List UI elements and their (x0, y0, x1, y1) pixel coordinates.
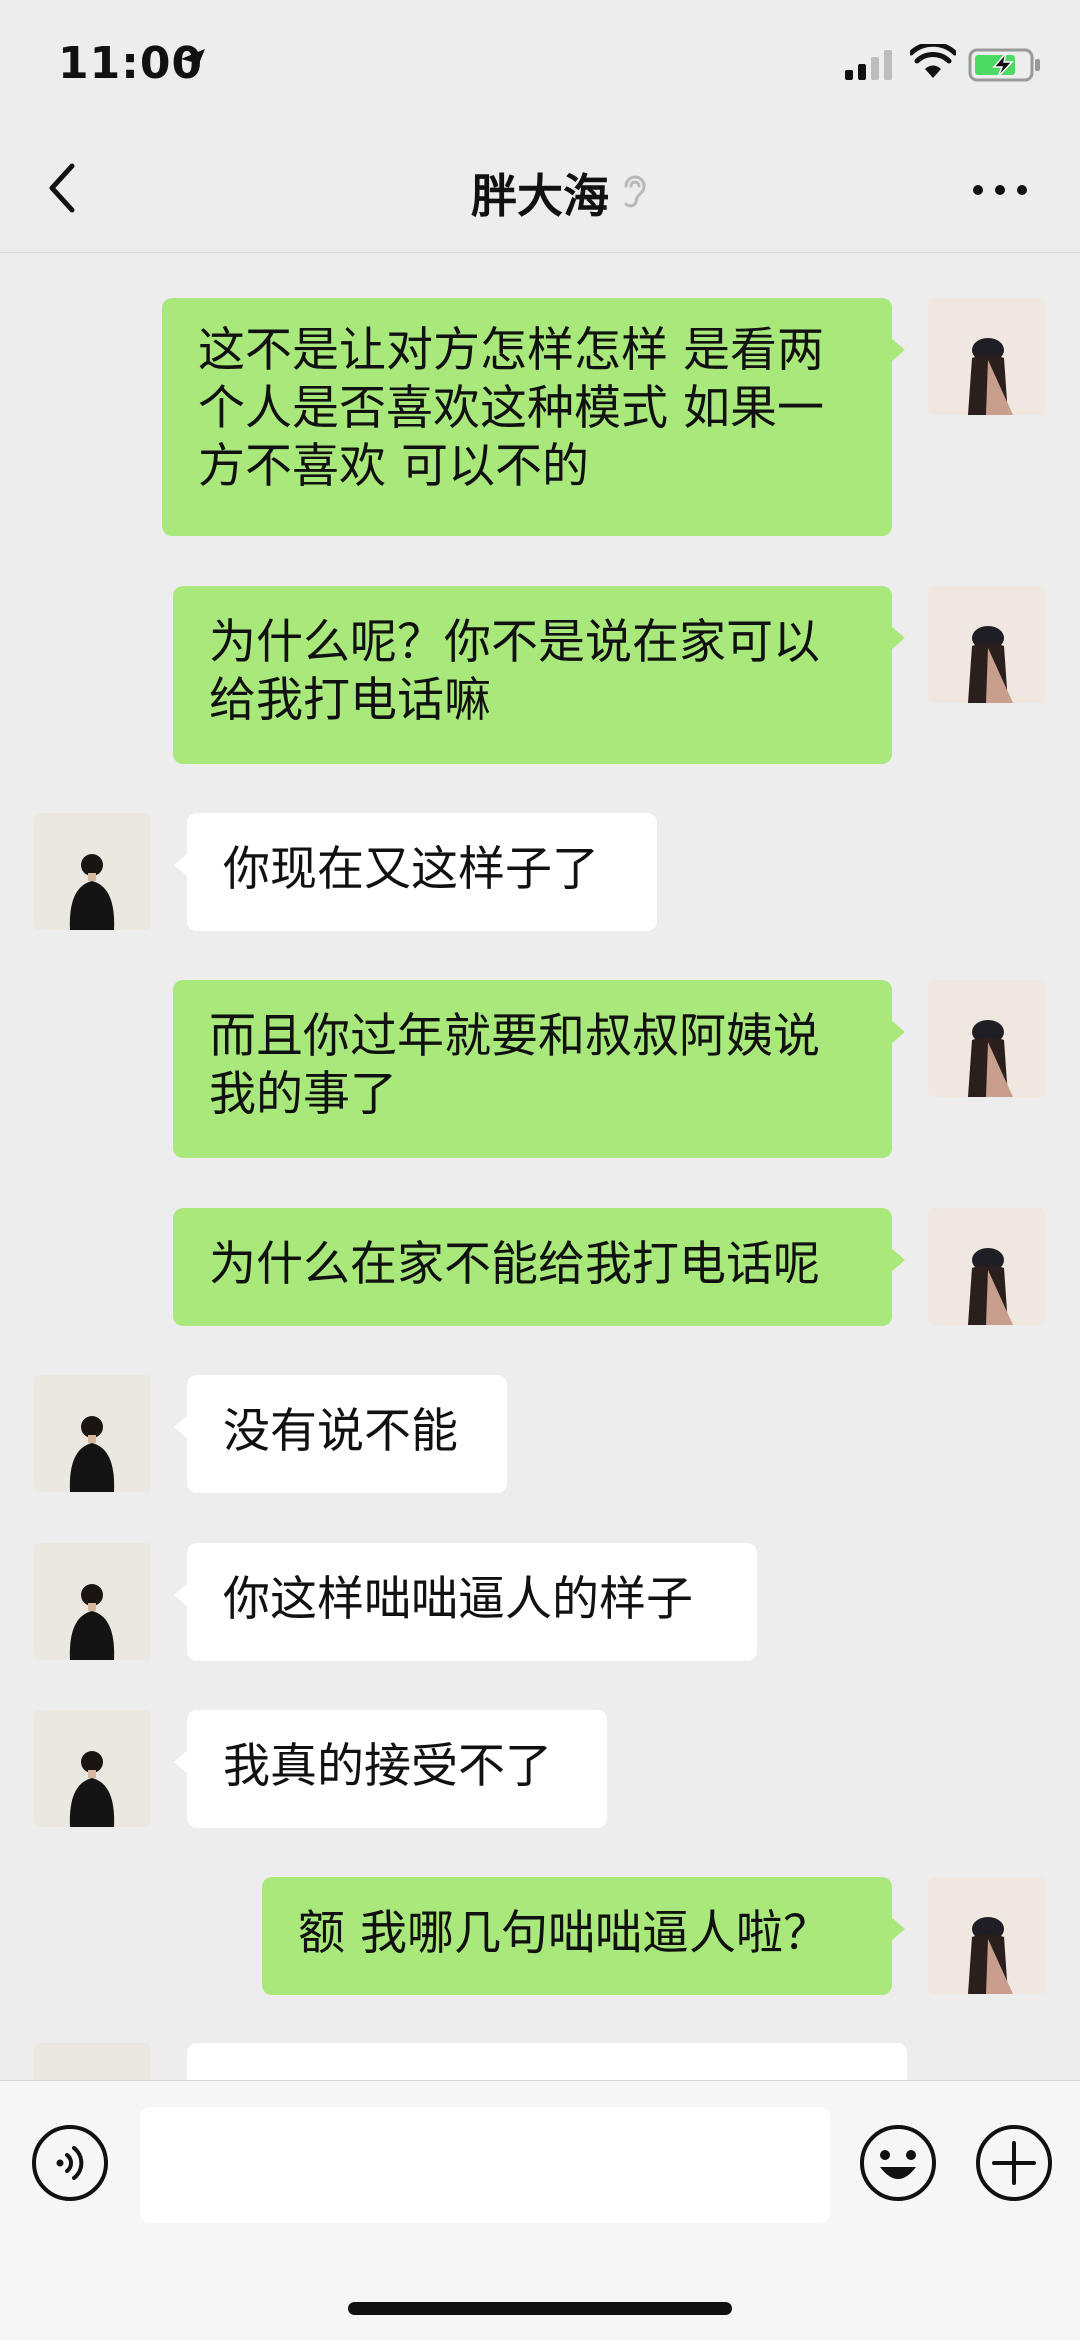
message-row: 我真的接受不了 (0, 1710, 1080, 1828)
status-bar: 11:00 (0, 0, 1080, 130)
avatar-self[interactable] (928, 980, 1045, 1097)
contact-avatar-picture (69, 1416, 115, 1492)
self-avatar-picture (968, 1248, 1013, 1325)
message-input[interactable] (140, 2107, 830, 2223)
message-row: 而且你过年就要和叔叔阿姨说我的事了 (0, 980, 1080, 1160)
contact-avatar-picture (69, 1751, 115, 1827)
message-row: 这不是让对方怎样怎样 是看两个人是否喜欢这种模式 如果一方不喜欢 可以不的 (0, 298, 1080, 538)
earpiece-mode-icon (624, 175, 646, 208)
battery-charging-icon (968, 48, 1040, 82)
message-bubble-sent[interactable]: 额 我哪几句咄咄逼人啦？ (262, 1877, 905, 1995)
chat-messages[interactable]: 这不是让对方怎样怎样 是看两个人是否喜欢这种模式 如果一方不喜欢 可以不的 为什… (0, 253, 1080, 2080)
cellular-signal-icon (845, 50, 892, 80)
avatar-contact[interactable] (34, 1710, 151, 1827)
message-row: 没有说不能 (0, 1375, 1080, 1493)
avatar-contact[interactable] (34, 813, 151, 930)
message-row: 为什么在家不能给我打电话呢 (0, 1208, 1080, 1326)
self-avatar-picture (968, 626, 1013, 703)
message-row: 你这样咄咄逼人的样子 (0, 1543, 1080, 1661)
self-avatar-picture (968, 338, 1013, 415)
message-row (0, 2043, 1080, 2080)
more-functions-plus-icon[interactable] (974, 2123, 1054, 2203)
wifi-icon (910, 44, 956, 78)
avatar-self[interactable] (928, 586, 1045, 703)
message-bubble-received[interactable]: 你现在又这样子了 (174, 813, 657, 931)
message-bubble-received[interactable] (187, 2043, 907, 2080)
avatar-contact[interactable] (34, 1375, 151, 1492)
contact-avatar-picture (34, 2043, 151, 2080)
message-row: 额 我哪几句咄咄逼人啦？ (0, 1877, 1080, 1995)
message-bubble-sent[interactable]: 为什么呢？你不是说在家可以给我打电话嘛 (173, 586, 905, 764)
chat-header: 胖大海 (0, 130, 1080, 253)
message-input-bar (0, 2080, 1080, 2340)
message-bubble-sent[interactable]: 为什么在家不能给我打电话呢 (173, 1208, 905, 1326)
contact-avatar-picture (69, 854, 115, 930)
location-arrow-icon (181, 49, 205, 73)
avatar-contact[interactable] (34, 2043, 151, 2080)
contact-avatar-picture (69, 1584, 115, 1660)
avatar-contact[interactable] (34, 1543, 151, 1660)
self-avatar-picture (968, 1917, 1013, 1994)
avatar-self[interactable] (928, 1208, 1045, 1325)
voice-input-icon[interactable] (30, 2123, 110, 2203)
avatar-self[interactable] (928, 1877, 1045, 1994)
message-bubble-received[interactable]: 你这样咄咄逼人的样子 (174, 1543, 757, 1661)
self-avatar-picture (968, 1020, 1013, 1097)
chat-title: 胖大海 (471, 169, 609, 223)
message-bubble-received[interactable]: 没有说不能 (174, 1375, 507, 1493)
message-bubble-sent[interactable]: 而且你过年就要和叔叔阿姨说我的事了 (173, 980, 905, 1158)
message-bubble-received[interactable]: 我真的接受不了 (174, 1710, 607, 1828)
more-options-icon[interactable] (970, 180, 1030, 200)
avatar-self[interactable] (928, 298, 1045, 415)
message-row: 你现在又这样子了 (0, 813, 1080, 931)
message-bubble-sent[interactable]: 这不是让对方怎样怎样 是看两个人是否喜欢这种模式 如果一方不喜欢 可以不的 (162, 298, 905, 536)
home-indicator (348, 2302, 732, 2315)
message-row: 为什么呢？你不是说在家可以给我打电话嘛 (0, 586, 1080, 766)
emoji-icon[interactable] (858, 2123, 938, 2203)
